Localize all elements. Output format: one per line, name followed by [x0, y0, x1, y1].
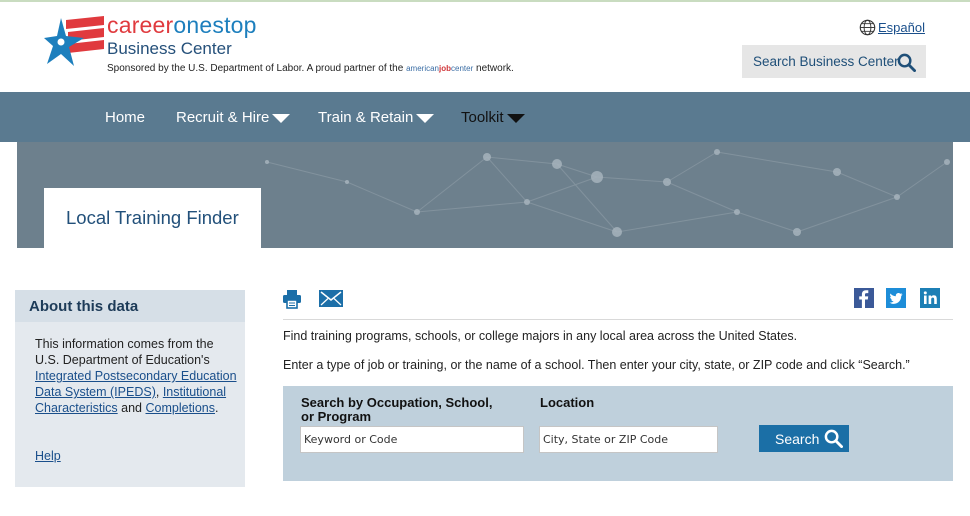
about-text-and: and [121, 401, 143, 416]
ajc-part-job: job [439, 64, 451, 73]
occupation-input[interactable] [304, 433, 523, 446]
brand-part-career: career [107, 12, 174, 38]
about-this-data-panel: About this data This information comes f… [15, 290, 245, 487]
intro-text-1: Find training programs, schools, or coll… [283, 329, 798, 343]
caret-down-icon [272, 113, 291, 123]
nav-label: Recruit & Hire [176, 108, 270, 126]
brand-name[interactable]: careeronestop [107, 12, 257, 38]
occupation-label: Search by Occupation, School, or Program [301, 396, 492, 424]
nav-item-home[interactable]: Home [105, 92, 145, 142]
location-label: Location [540, 395, 595, 410]
divider [283, 319, 953, 320]
caret-down-icon [416, 113, 435, 123]
top-accent-line [0, 0, 970, 2]
sponsor-line: Sponsored by the U.S. Department of Labo… [107, 63, 514, 75]
search-button-label: Search [775, 430, 820, 447]
brand-part-onestop: onestop [173, 12, 257, 38]
nav-label: Home [105, 108, 146, 126]
main-nav: Home Recruit & Hire Train & Retain Toolk… [0, 92, 970, 142]
completions-link[interactable]: Completions [146, 401, 215, 415]
careeronestop-logo-icon[interactable] [44, 14, 106, 68]
occupation-field[interactable] [300, 426, 524, 453]
brand-subtitle: Business Center [107, 39, 232, 58]
help-container: Help [35, 449, 61, 463]
about-text: This information comes from the U.S. Dep… [35, 337, 237, 416]
sponsor-suffix: network. [476, 63, 514, 74]
location-field[interactable] [539, 426, 718, 453]
twitter-icon[interactable] [886, 288, 906, 308]
caret-down-icon [506, 113, 525, 123]
occupation-label-line2: or Program [301, 409, 372, 424]
email-icon[interactable] [319, 290, 343, 307]
about-heading: About this data [15, 290, 245, 322]
language-switch[interactable]: Español [859, 18, 925, 36]
search-button[interactable]: Search [759, 425, 849, 452]
facebook-icon[interactable] [854, 288, 874, 308]
location-input[interactable] [543, 433, 717, 446]
nav-item-recruit-hire[interactable]: Recruit & Hire [176, 92, 291, 142]
nav-item-toolkit[interactable]: Toolkit [461, 92, 525, 142]
nav-label: Toolkit [461, 108, 504, 126]
linkedin-icon[interactable] [920, 288, 940, 308]
page-title: Local Training Finder [44, 188, 261, 248]
nav-label: Train & Retain [318, 108, 414, 126]
globe-icon [859, 19, 876, 35]
nav-item-train-retain[interactable]: Train & Retain [318, 92, 435, 142]
search-business-center-label: Search Business Center [753, 54, 899, 69]
espanol-link[interactable]: Español [878, 20, 925, 35]
occupation-label-line1: Search by Occupation, School, [301, 395, 493, 410]
print-icon[interactable] [282, 289, 302, 309]
ajc-part-american: american [406, 64, 439, 73]
search-icon [897, 53, 916, 72]
sponsor-text: Sponsored by the U.S. Department of Labo… [107, 63, 404, 74]
search-business-center-button[interactable]: Search Business Center [742, 45, 926, 78]
search-icon [824, 429, 843, 448]
help-link[interactable]: Help [35, 449, 61, 463]
ajc-part-center: center [451, 64, 474, 73]
intro-text-2: Enter a type of job or training, or the … [283, 358, 910, 372]
about-text-intro: This information comes from the U.S. Dep… [35, 337, 214, 368]
